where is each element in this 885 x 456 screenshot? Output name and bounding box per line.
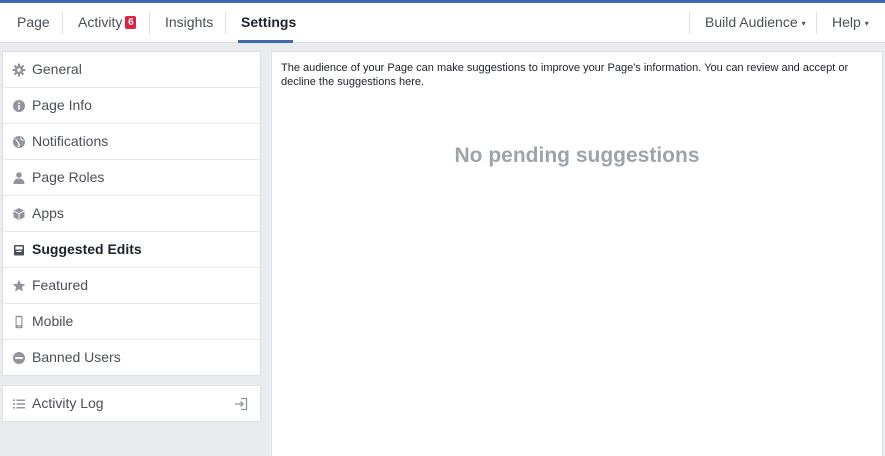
sidebar-item-notifications[interactable]: Notifications: [3, 124, 260, 160]
nav-divider: [816, 12, 817, 34]
sidebar-item-apps[interactable]: Apps: [3, 196, 260, 232]
nav-divider: [689, 12, 690, 34]
activity-count-badge: 6: [125, 15, 137, 29]
activity-log-label: Activity Log: [32, 395, 104, 411]
tab-page-label: Page: [17, 14, 50, 30]
sidebar-item-mobile[interactable]: Mobile: [3, 304, 260, 340]
sidebar-item-label: Suggested Edits: [32, 241, 142, 257]
build-audience-menu[interactable]: Build Audience ▾: [705, 3, 806, 43]
sidebar-item-label: Banned Users: [32, 349, 121, 365]
info-icon: [12, 99, 26, 113]
sidebar-item-label: Notifications: [32, 133, 109, 149]
help-label: Help: [832, 14, 861, 30]
active-tab-underline: [238, 40, 293, 43]
chevron-down-icon: ▾: [864, 19, 869, 28]
tab-insights[interactable]: Insights: [165, 3, 213, 43]
page-description: The audience of your Page can make sugge…: [281, 62, 849, 88]
sidebar-item-label: Apps: [32, 205, 64, 221]
tab-activity[interactable]: Activity 6: [78, 3, 137, 43]
tab-insights-label: Insights: [165, 14, 214, 30]
banned-icon: [12, 351, 26, 365]
sidebar-item-page-roles[interactable]: Page Roles: [3, 160, 260, 196]
tab-settings-label: Settings: [241, 14, 297, 30]
nav-divider: [149, 12, 150, 34]
globe-icon: [12, 135, 26, 149]
tab-activity-label: Activity: [78, 14, 123, 30]
sidebar-item-label: General: [32, 61, 82, 77]
activity-log-link[interactable]: Activity Log: [2, 385, 261, 422]
inbox-icon: [12, 243, 26, 257]
sidebar-item-suggested-edits[interactable]: Suggested Edits: [3, 232, 260, 268]
page-nav-bar: Page Activity 6 Insights Settings Build A…: [0, 3, 885, 43]
build-audience-label: Build Audience: [705, 14, 798, 30]
tab-page[interactable]: Page: [17, 3, 50, 43]
help-menu[interactable]: Help ▾: [832, 3, 869, 43]
sidebar-item-page-info[interactable]: Page Info: [3, 88, 260, 124]
suggested-edits-panel: The audience of your Page can make sugge…: [271, 51, 883, 456]
tab-settings[interactable]: Settings: [241, 3, 296, 43]
settings-sidebar: General Page Info Notifications Page Rol…: [2, 51, 261, 376]
sidebar-item-featured[interactable]: Featured: [3, 268, 260, 304]
sidebar-item-banned-users[interactable]: Banned Users: [3, 340, 260, 376]
sidebar-item-label: Page Info: [32, 97, 92, 113]
empty-state-message: No pending suggestions: [454, 144, 700, 167]
exit-icon: [234, 397, 248, 411]
sidebar-item-general[interactable]: General: [3, 52, 260, 88]
sidebar-item-label: Page Roles: [32, 169, 105, 185]
gear-icon: [12, 63, 26, 77]
cube-icon: [12, 207, 26, 221]
nav-divider: [62, 12, 63, 34]
person-icon: [12, 171, 26, 185]
star-icon: [12, 279, 26, 293]
nav-divider: [225, 12, 226, 34]
list-icon: [12, 397, 26, 411]
sidebar-item-label: Featured: [32, 277, 89, 293]
chevron-down-icon: ▾: [801, 19, 806, 28]
mobile-icon: [12, 315, 26, 329]
sidebar-item-label: Mobile: [32, 313, 74, 329]
